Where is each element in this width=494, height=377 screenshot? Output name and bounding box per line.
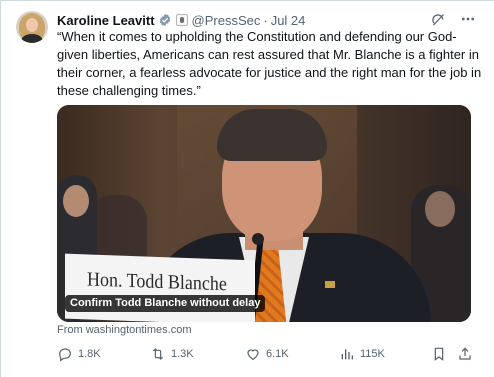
share-button[interactable] (457, 346, 473, 362)
views-button[interactable]: 115K (339, 346, 385, 362)
like-count: 6.1K (266, 348, 289, 360)
bookmark-button[interactable] (431, 346, 447, 362)
tweet-date[interactable]: Jul 24 (271, 13, 306, 28)
tweet-card[interactable]: Karoline Leavitt @PressSec · Jul 24 “Whe… (0, 0, 494, 377)
verified-badge-icon (158, 13, 172, 27)
author-name[interactable]: Karoline Leavitt (57, 13, 155, 28)
more-icon[interactable] (460, 11, 476, 27)
government-badge-icon (175, 14, 188, 26)
views-count: 115K (360, 348, 385, 360)
grok-icon[interactable] (431, 12, 446, 27)
views-icon (339, 346, 355, 362)
retweet-button[interactable]: 1.3K (150, 346, 194, 362)
like-icon (245, 346, 261, 362)
reply-button[interactable]: 1.8K (57, 346, 101, 362)
nameplate-text: Hon. Todd Blanche (87, 268, 227, 296)
action-bar: 1.8K 1.3K 6.1K 115K (57, 346, 475, 364)
retweet-count: 1.3K (171, 348, 194, 360)
share-icon (457, 346, 473, 362)
author-handle[interactable]: @PressSec (192, 13, 261, 28)
bookmark-icon (431, 346, 447, 362)
avatar[interactable] (16, 11, 48, 43)
link-card-title[interactable]: Confirm Todd Blanche without delay (65, 295, 266, 312)
tweet-text: “When it comes to upholding the Constitu… (57, 29, 482, 98)
tweet-image[interactable]: Hon. Todd Blanche Confirm Todd Blanche w… (57, 105, 471, 322)
reply-count: 1.8K (78, 348, 101, 360)
link-source[interactable]: From washingtontimes.com (57, 324, 192, 336)
tweet-header: Karoline Leavitt @PressSec · Jul 24 (57, 11, 305, 29)
retweet-icon (150, 346, 166, 362)
top-actions (431, 11, 476, 27)
reply-icon (57, 346, 73, 362)
like-button[interactable]: 6.1K (245, 346, 289, 362)
separator-dot: · (263, 12, 268, 28)
